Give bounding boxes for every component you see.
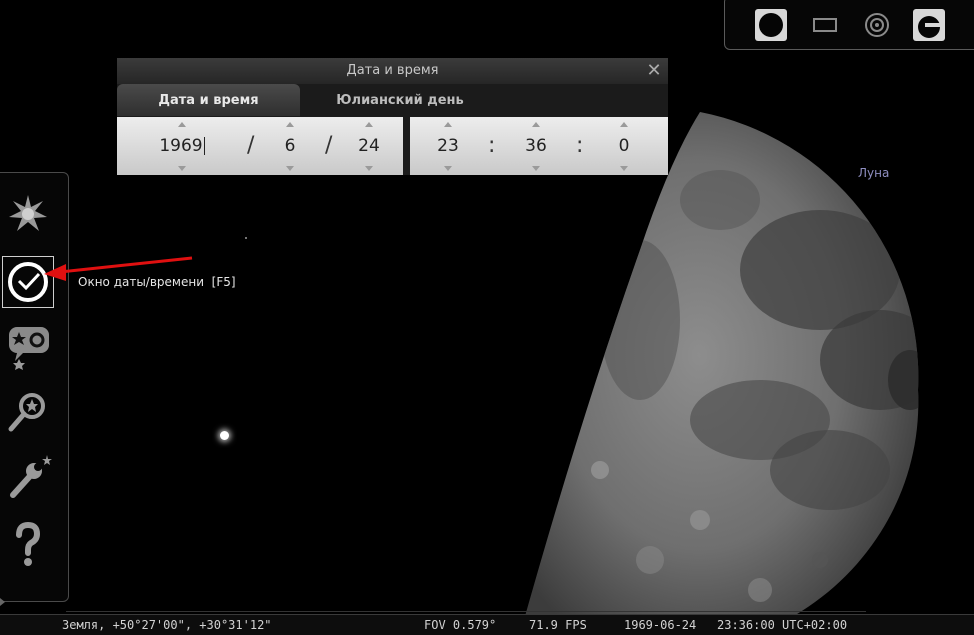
time-separator: : — [576, 133, 584, 158]
date-time-dialog: Дата и время ✕ Дата и время Юлианский де… — [117, 58, 668, 175]
status-bar: Земля, +50°27'00", +30°31'12" FOV 0.579°… — [0, 614, 974, 635]
date-separator: / — [247, 133, 255, 158]
settings-icon[interactable] — [3, 453, 53, 503]
day-spinbox[interactable]: 24 — [349, 117, 389, 175]
time-text: 23:36:00 UTC+02:00 — [717, 618, 848, 632]
tab-julian-day[interactable]: Юлианский день — [300, 84, 500, 116]
year-down-arrow-icon[interactable] — [178, 166, 186, 171]
hour-down-arrow-icon[interactable] — [444, 166, 452, 171]
month-down-arrow-icon[interactable] — [286, 166, 294, 171]
day-up-arrow-icon[interactable] — [365, 122, 373, 127]
fullscreen-icon[interactable] — [809, 9, 841, 41]
month-value: 6 — [284, 136, 296, 156]
minute-spinbox[interactable]: 36 — [518, 117, 554, 175]
dialog-title[interactable]: Дата и время — [117, 58, 668, 84]
close-icon[interactable]: ✕ — [644, 60, 664, 82]
day-down-arrow-icon[interactable] — [365, 166, 373, 171]
time-separator: : — [488, 133, 496, 158]
month-up-arrow-icon[interactable] — [286, 122, 294, 127]
date-text: 1969-06-24 — [624, 618, 697, 632]
hour-value: 23 — [437, 136, 459, 156]
left-toolbar — [0, 172, 69, 602]
top-right-toolbar — [724, 0, 974, 50]
help-icon[interactable] — [3, 519, 53, 569]
hour-spinbox[interactable]: 23 — [430, 117, 466, 175]
clock-icon[interactable] — [2, 256, 54, 308]
sky-culture-icon[interactable] — [3, 321, 53, 371]
second-spinbox[interactable]: 0 — [606, 117, 642, 175]
second-down-arrow-icon[interactable] — [620, 166, 628, 171]
minute-up-arrow-icon[interactable] — [532, 122, 540, 127]
date-panel: 1969 / 6 / 24 — [117, 117, 403, 175]
minute-value: 36 — [525, 136, 547, 156]
fps-text: 71.9 FPS — [529, 618, 587, 632]
hour-up-arrow-icon[interactable] — [444, 122, 452, 127]
tooltip: Окно даты/времени [F5] — [78, 275, 236, 289]
telescope-control-icon[interactable] — [913, 9, 945, 41]
fov-text: FOV 0.579° — [424, 618, 497, 632]
year-up-arrow-icon[interactable] — [178, 122, 186, 127]
expand-arrow-icon[interactable] — [0, 598, 5, 606]
year-value: 1969 — [159, 136, 203, 156]
sky-display-icon[interactable] — [3, 189, 53, 239]
second-up-arrow-icon[interactable] — [620, 122, 628, 127]
location-text[interactable]: Земля, +50°27'00", +30°31'12" — [62, 615, 272, 635]
tab-date-time[interactable]: Дата и время — [117, 84, 300, 116]
text-cursor — [203, 137, 205, 155]
minute-down-arrow-icon[interactable] — [532, 166, 540, 171]
bright-star[interactable] — [220, 431, 229, 440]
faint-star[interactable] — [245, 237, 247, 239]
year-spinbox[interactable]: 1969 — [147, 117, 217, 175]
time-panel: 23 : 36 : 0 — [410, 117, 668, 175]
night-mode-icon[interactable] — [755, 9, 787, 41]
day-value: 24 — [358, 136, 380, 156]
moon-label[interactable]: Луна — [858, 166, 889, 180]
search-icon[interactable] — [3, 387, 53, 437]
ocular-icon[interactable] — [861, 9, 893, 41]
month-spinbox[interactable]: 6 — [273, 117, 307, 175]
second-value: 0 — [618, 136, 630, 156]
date-separator: / — [325, 133, 333, 158]
